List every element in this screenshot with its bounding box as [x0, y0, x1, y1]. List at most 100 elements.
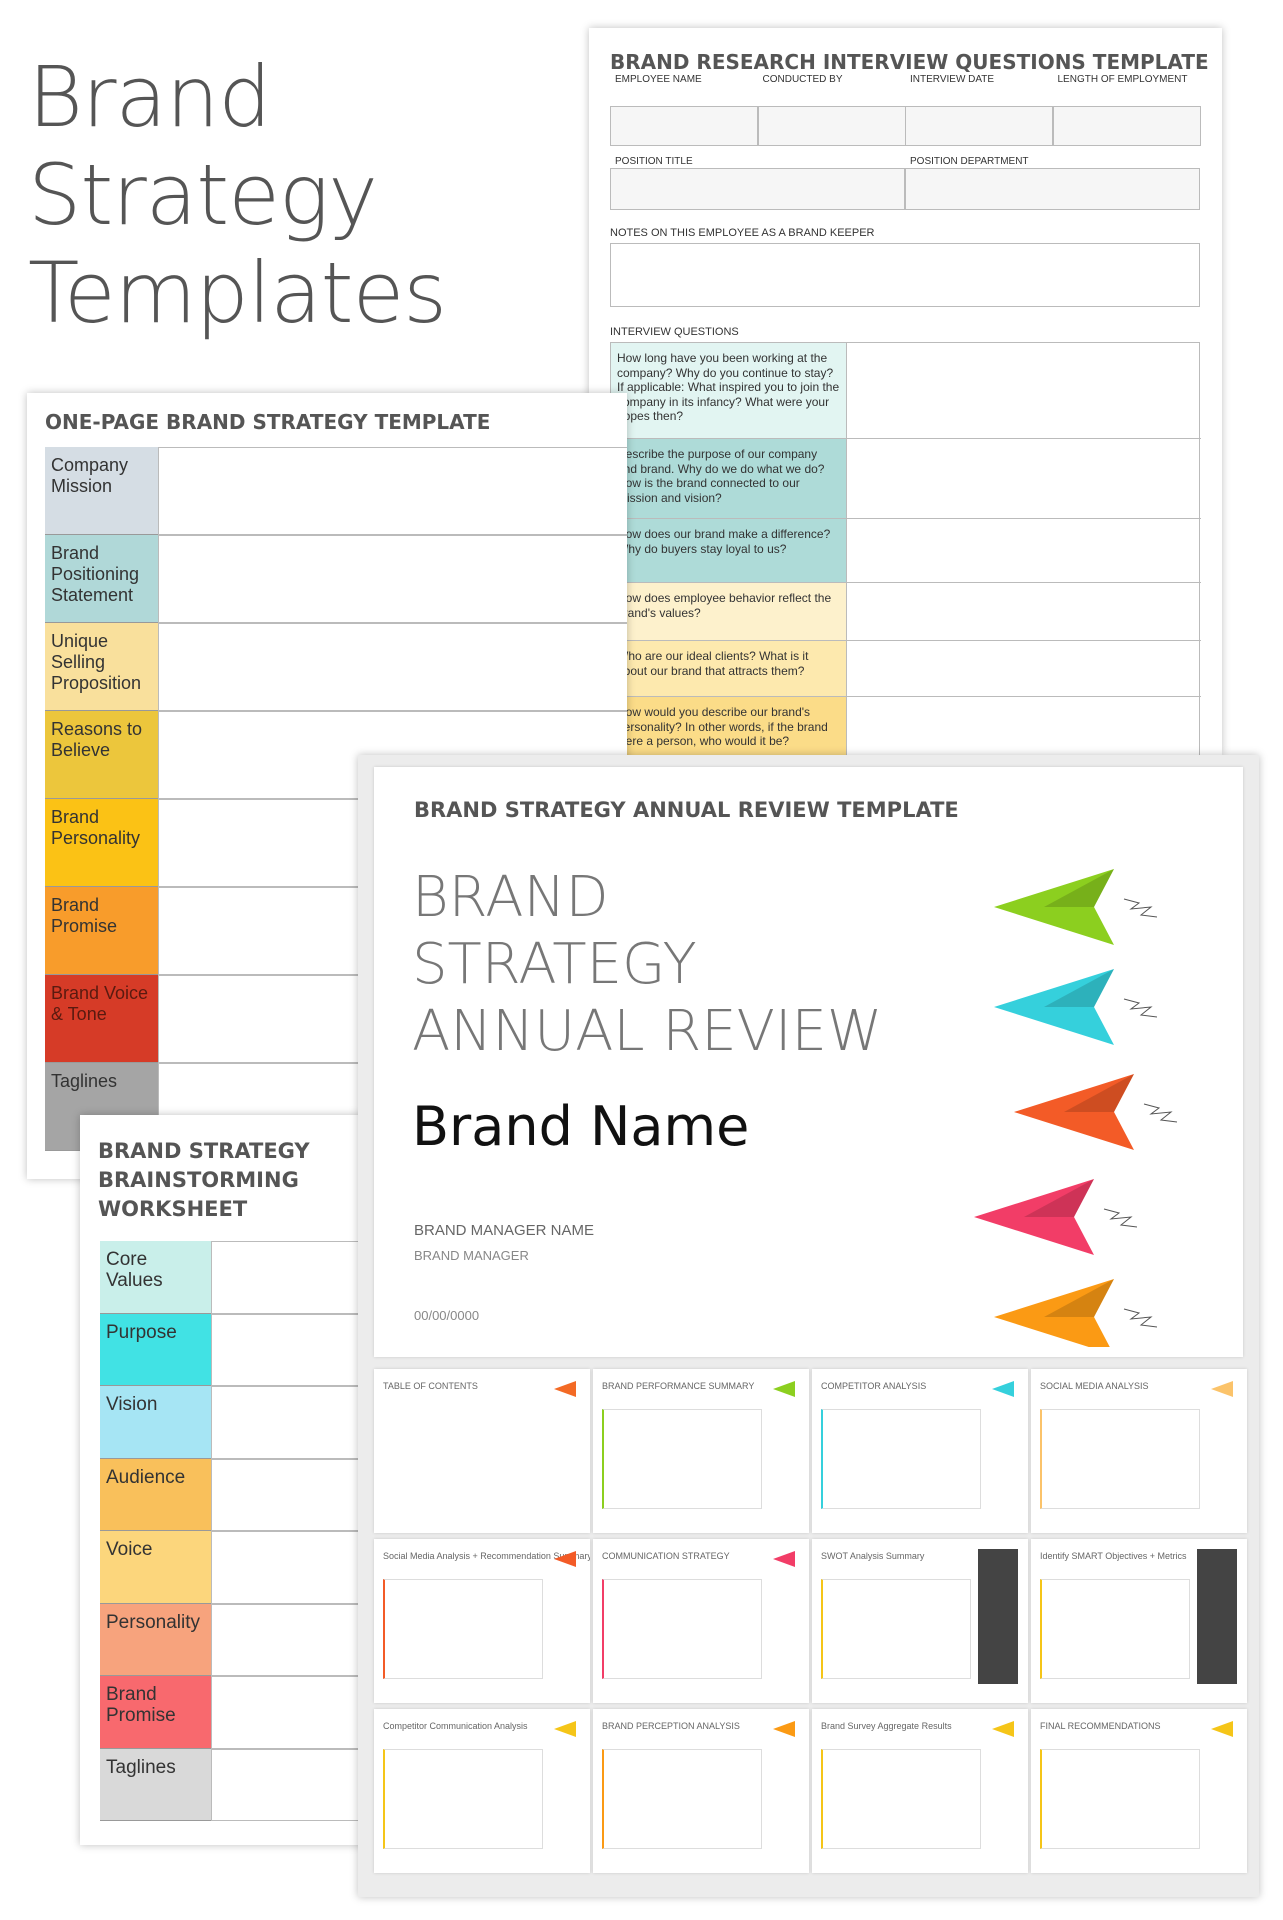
- brainstorm-worksheet: BRAND STRATEGY BRAINSTORMING WORKSHEET C…: [80, 1115, 380, 1845]
- field-label: POSITION TITLE: [615, 156, 693, 167]
- field-input[interactable]: [610, 168, 905, 210]
- page-content-frame: [602, 1409, 762, 1509]
- answer-cell[interactable]: [847, 439, 1201, 519]
- page-thumbnail[interactable]: Social Media Analysis + Recommendation S…: [374, 1539, 590, 1703]
- manager-role: BRAND MANAGER: [414, 1248, 529, 1263]
- manager-name: BRAND MANAGER NAME: [414, 1222, 595, 1239]
- field-label: POSITION DEPARTMENT: [910, 156, 1029, 167]
- brainstorm-row-input[interactable]: [211, 1531, 380, 1604]
- answer-cell[interactable]: [847, 343, 1201, 439]
- brand-name: Brand Name: [412, 1095, 750, 1158]
- strategy-row-input[interactable]: [158, 623, 627, 711]
- accent-plane-icon: [554, 1381, 576, 1397]
- brainstorm-row-label: Purpose: [100, 1313, 211, 1386]
- page-thumbnail-title: BRAND PERCEPTION ANALYSIS: [602, 1721, 740, 1731]
- answer-cell[interactable]: [847, 697, 1201, 755]
- page-content-frame: [821, 1409, 981, 1509]
- page-thumbnail[interactable]: BRAND PERFORMANCE SUMMARY: [593, 1369, 809, 1533]
- field-label: CONDUCTED BY: [762, 74, 843, 85]
- paper-plane-icon: [994, 869, 1158, 945]
- strategy-row-input[interactable]: [158, 535, 627, 623]
- review-big-title: BRAND STRATEGY ANNUAL REVIEW: [412, 865, 883, 1064]
- page-thumbnail[interactable]: Competitor Communication Analysis: [374, 1709, 590, 1873]
- field-input[interactable]: [757, 106, 906, 146]
- strategy-row-label: Company Mission: [45, 447, 158, 535]
- accent-plane-icon: [773, 1381, 795, 1397]
- page-thumbnail-title: SWOT Analysis Summary: [821, 1551, 925, 1561]
- review-header: BRAND STRATEGY ANNUAL REVIEW TEMPLATE: [414, 798, 959, 822]
- brainstorm-row-label: Taglines: [100, 1748, 211, 1821]
- accent-plane-icon: [992, 1721, 1014, 1737]
- page-content-frame: [821, 1579, 971, 1679]
- page-content-frame: [1040, 1579, 1190, 1679]
- field-input[interactable]: [610, 106, 758, 146]
- answer-cell[interactable]: [847, 583, 1201, 641]
- brainstorm-row-label: Vision: [100, 1386, 211, 1459]
- paper-plane-icon: [994, 1279, 1158, 1347]
- page-thumbnail-title: Competitor Communication Analysis: [383, 1721, 528, 1731]
- accent-plane-icon: [773, 1721, 795, 1737]
- strategy-row-label: Unique Selling Proposition: [45, 623, 158, 711]
- brainstorm-row-label: Voice: [100, 1531, 211, 1604]
- page-thumbnail[interactable]: COMPETITOR ANALYSIS: [812, 1369, 1028, 1533]
- page-thumbnail[interactable]: SOCIAL MEDIA ANALYSIS: [1031, 1369, 1247, 1533]
- page-thumbnail[interactable]: Brand Survey Aggregate Results: [812, 1709, 1028, 1873]
- brainstorm-row-input[interactable]: [211, 1386, 380, 1459]
- chalkboard-image: [978, 1549, 1018, 1684]
- accent-plane-icon: [1211, 1721, 1233, 1737]
- strategy-row-label: Brand Personality: [45, 799, 158, 887]
- paper-plane-icon: [994, 969, 1158, 1045]
- annual-review-template: BRAND STRATEGY ANNUAL REVIEW TEMPLATE BR…: [358, 755, 1259, 1897]
- strategy-row-label: Brand Promise: [45, 887, 158, 975]
- answer-cell[interactable]: [847, 519, 1201, 583]
- page-thumbnail[interactable]: FINAL RECOMMENDATIONS: [1031, 1709, 1247, 1873]
- page-thumbnail-title: FINAL RECOMMENDATIONS: [1040, 1721, 1161, 1731]
- field-label: EMPLOYEE NAME: [615, 74, 702, 85]
- brainstorm-row-input[interactable]: [211, 1241, 380, 1314]
- paper-planes-illustration: [974, 869, 1178, 1347]
- brainstorm-row-label: Audience: [100, 1458, 211, 1531]
- paper-plane-icon: [974, 1179, 1138, 1255]
- interview-title: BRAND RESEARCH INTERVIEW QUESTIONS TEMPL…: [610, 50, 1209, 74]
- page-thumbnail[interactable]: COMMUNICATION STRATEGY: [593, 1539, 809, 1703]
- cover-page: BRAND STRATEGY ANNUAL REVIEW TEMPLATE BR…: [374, 767, 1243, 1357]
- accent-plane-icon: [1211, 1381, 1233, 1397]
- field-input[interactable]: [905, 106, 1053, 146]
- question-row: How does employee behavior reflect the b…: [611, 583, 847, 641]
- brainstorm-row-input[interactable]: [211, 1458, 380, 1531]
- strategy-row-input[interactable]: [158, 447, 627, 535]
- question-row: Describe the purpose of our company and …: [611, 439, 847, 519]
- page-thumbnail[interactable]: Identify SMART Objectives + Metrics: [1031, 1539, 1247, 1703]
- page-content-frame: [821, 1749, 981, 1849]
- field-input[interactable]: [905, 168, 1200, 210]
- page-thumbnail[interactable]: TABLE OF CONTENTS: [374, 1369, 590, 1533]
- notes-field[interactable]: [610, 243, 1200, 307]
- answer-cell[interactable]: [847, 641, 1201, 697]
- brainstorm-row-label: Core Values: [100, 1241, 211, 1314]
- page-thumbnail[interactable]: BRAND PERCEPTION ANALYSIS: [593, 1709, 809, 1873]
- page-thumbnail-title: Identify SMART Objectives + Metrics: [1040, 1551, 1187, 1561]
- question-row: How does our brand make a difference? Wh…: [611, 519, 847, 583]
- one-page-title: ONE-PAGE BRAND STRATEGY TEMPLATE: [45, 410, 491, 434]
- brainstorm-row-input[interactable]: [211, 1748, 380, 1821]
- strategy-row-label: Brand Positioning Statement: [45, 535, 158, 623]
- brainstorm-title: BRAND STRATEGY BRAINSTORMING WORKSHEET: [98, 1139, 310, 1221]
- accent-plane-icon: [773, 1551, 795, 1567]
- brainstorm-row-input[interactable]: [211, 1676, 380, 1749]
- page-thumbnail-title: Brand Survey Aggregate Results: [821, 1721, 952, 1731]
- questions-table: How long have you been working at the co…: [610, 342, 1201, 755]
- page-thumbnail[interactable]: SWOT Analysis Summary: [812, 1539, 1028, 1703]
- accent-plane-icon: [554, 1551, 576, 1567]
- page-thumbnail-title: COMPETITOR ANALYSIS: [821, 1381, 927, 1391]
- page-thumbnail-title: BRAND PERFORMANCE SUMMARY: [602, 1381, 755, 1391]
- brainstorm-row-input[interactable]: [211, 1313, 380, 1386]
- brainstorm-row-label: Brand Promise: [100, 1676, 211, 1749]
- field-label: INTERVIEW DATE: [910, 74, 995, 85]
- accent-plane-icon: [992, 1381, 1014, 1397]
- brainstorm-row-input[interactable]: [211, 1603, 380, 1676]
- question-row: How long have you been working at the co…: [611, 343, 847, 439]
- page-content-frame: [1040, 1409, 1200, 1509]
- page-content-frame: [383, 1749, 543, 1849]
- questions-label: INTERVIEW QUESTIONS: [610, 326, 739, 338]
- field-input[interactable]: [1052, 106, 1201, 146]
